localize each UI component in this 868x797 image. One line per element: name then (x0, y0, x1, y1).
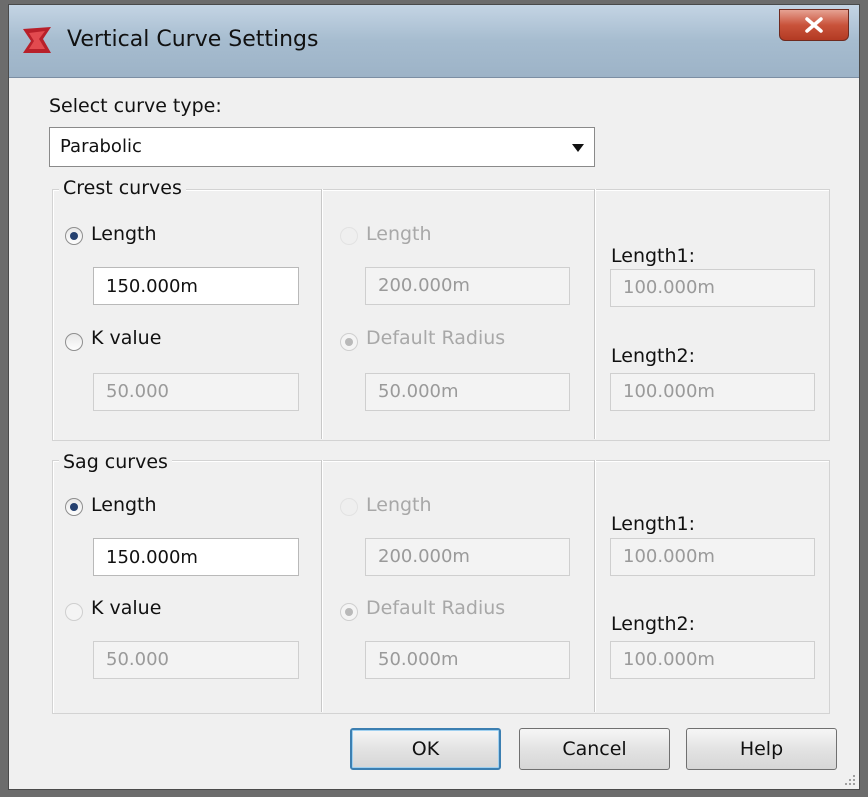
crest-length1-input: 100.000m (610, 269, 815, 307)
crest-length2-input: 100.000m (610, 373, 815, 411)
app-logo-icon (23, 27, 51, 53)
curve-type-label: Select curve type: (49, 95, 222, 117)
help-button[interactable]: Help (686, 728, 837, 770)
sag-mid-length-radio (340, 498, 358, 516)
sag-mid-length-label: Length (366, 494, 432, 516)
curve-type-value: Parabolic (60, 136, 142, 157)
sag-default-radius-radio (340, 603, 358, 621)
crest-length1-label: Length1: (611, 245, 696, 267)
sag-length1-input: 100.000m (610, 538, 815, 576)
crest-mid-length-input: 200.000m (365, 267, 570, 305)
sag-length-input[interactable] (93, 538, 299, 576)
sag-divider-1 (321, 460, 323, 712)
sag-k-value-input: 50.000 (93, 641, 299, 679)
sag-mid-length-input: 200.000m (365, 538, 570, 576)
resize-grip-icon[interactable] (841, 771, 857, 787)
crest-default-radius-label: Default Radius (366, 327, 506, 349)
sag-length-radio[interactable] (65, 498, 83, 516)
crest-k-value-radio-label[interactable]: K value (91, 327, 161, 349)
sag-k-value-radio-label[interactable]: K value (91, 597, 161, 619)
crest-curves-title: Crest curves (59, 177, 186, 199)
crest-length-input[interactable] (93, 267, 299, 305)
sag-length2-label: Length2: (611, 613, 696, 635)
crest-length-radio-label[interactable]: Length (91, 223, 157, 245)
sag-length-radio-label[interactable]: Length (91, 494, 157, 516)
sag-curves-title: Sag curves (59, 451, 172, 473)
crest-k-value-input: 50.000 (93, 373, 299, 411)
crest-length-radio[interactable] (65, 227, 83, 245)
crest-mid-length-radio (340, 227, 358, 245)
sag-divider-2 (594, 460, 596, 712)
vertical-curve-settings-dialog: Vertical Curve Settings Select curve typ… (8, 4, 860, 790)
crest-divider-2 (594, 189, 596, 439)
title-bar[interactable]: Vertical Curve Settings (9, 5, 859, 78)
chevron-down-icon[interactable] (572, 144, 584, 152)
curve-type-select[interactable]: Parabolic (49, 127, 595, 167)
crest-divider-1 (321, 189, 323, 439)
sag-k-value-radio[interactable] (65, 603, 83, 621)
window-title: Vertical Curve Settings (67, 27, 319, 52)
sag-default-radius-label: Default Radius (366, 597, 506, 619)
cancel-button[interactable]: Cancel (519, 728, 670, 770)
crest-length2-label: Length2: (611, 345, 696, 367)
sag-default-radius-input: 50.000m (365, 641, 570, 679)
close-button[interactable] (779, 9, 849, 41)
sag-length1-label: Length1: (611, 513, 696, 535)
ok-button[interactable]: OK (350, 728, 501, 770)
crest-mid-length-label: Length (366, 223, 432, 245)
close-icon (805, 17, 823, 33)
crest-default-radius-radio (340, 333, 358, 351)
crest-default-radius-input: 50.000m (365, 373, 570, 411)
crest-k-value-radio[interactable] (65, 333, 83, 351)
sag-length2-input: 100.000m (610, 641, 815, 679)
